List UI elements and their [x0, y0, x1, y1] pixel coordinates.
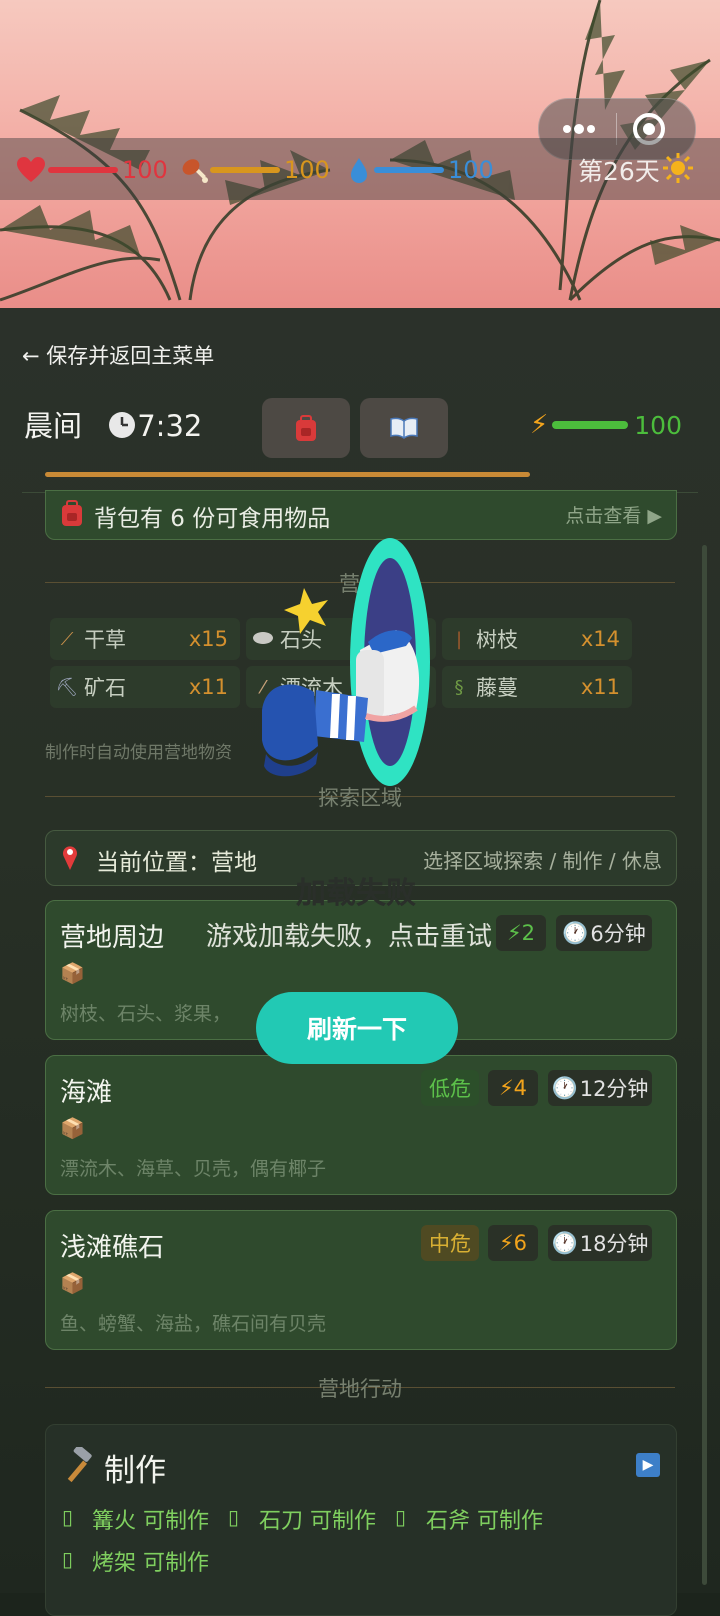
water-stat: 100: [348, 150, 494, 190]
resource-name: 干草: [84, 628, 126, 652]
area-description: 漂流木、海草、贝壳，偶有椰子: [60, 1158, 327, 1180]
play-icon[interactable]: ▶: [636, 1453, 660, 1477]
energy-bar: [552, 421, 629, 429]
energy-stat: ⚡ 100: [530, 410, 682, 440]
portal-mascot-illustration: [262, 538, 430, 786]
craft-title: 制作: [104, 1453, 166, 1489]
heart-icon: [17, 157, 45, 182]
load-error-message: 游戏加载失败，点击重试: [206, 922, 493, 952]
resource-name: 藤蔓: [476, 676, 518, 700]
resource-vine: § 藤蔓 x11: [442, 666, 632, 708]
food-stat: 100: [180, 150, 330, 190]
period-label: 晨间: [24, 409, 83, 443]
lightning-icon: ⚡: [530, 410, 549, 440]
craft-bullet: ▯: [62, 1505, 74, 1529]
reload-button[interactable]: 刷新一下: [256, 992, 458, 1064]
water-value: 100: [448, 156, 494, 184]
area-title: 浅滩礁石: [60, 1233, 165, 1263]
hammer-icon: [60, 1444, 96, 1487]
risk-tag: 低危: [421, 1070, 479, 1106]
energy-cost-tag: ⚡4: [488, 1070, 538, 1106]
ore-icon: ⛏: [55, 676, 79, 698]
duration-value: 12分钟: [579, 1077, 649, 1101]
area-title: 海滩: [60, 1078, 113, 1108]
clock-time: 7:32: [137, 409, 203, 443]
backpack-icon: [60, 499, 84, 531]
duration-tag: 🕐 12分钟: [548, 1070, 652, 1106]
load-error-title: 加载失败: [296, 876, 416, 911]
meat-icon: [182, 159, 208, 183]
energy-cost-tag: ⚡6: [488, 1225, 538, 1261]
duration-value: 18分钟: [579, 1232, 649, 1256]
hay-icon: ⟋: [60, 628, 74, 650]
craft-item-stone-axe[interactable]: 石斧 可制作: [426, 1503, 543, 1535]
time-of-day: 晨间 7:32: [24, 403, 202, 447]
energy-cost-tag: ⚡2: [496, 915, 546, 951]
risk-tag: 中危: [421, 1225, 479, 1261]
food-notice-text: 背包有 6 份可食用物品: [94, 506, 331, 532]
vine-icon: §: [454, 676, 464, 698]
crate-icon: 📦: [60, 961, 85, 985]
craft-item-grill[interactable]: 烤架 可制作: [92, 1545, 209, 1577]
health-value: 100: [122, 156, 168, 184]
clock-icon: 🕐: [551, 1230, 578, 1255]
clock-icon: 🕐: [562, 920, 589, 945]
craft-item-campfire[interactable]: 篝火 可制作: [92, 1503, 209, 1535]
resource-name: 矿石: [84, 676, 126, 700]
actions-section-title: 营地行动: [318, 1377, 402, 1401]
area-description: 树枝、石头、浆果，: [60, 1003, 232, 1025]
craft-bullet: ▯: [62, 1547, 74, 1571]
resource-ore: ⛏ 矿石 x11: [50, 666, 240, 708]
duration-tag: 🕐 18分钟: [548, 1225, 652, 1261]
food-bar: [210, 167, 280, 173]
area-title: 营地周边: [60, 923, 165, 953]
scrollbar[interactable]: [702, 545, 707, 1585]
clock-icon: [107, 410, 137, 447]
current-location-hint: 选择区域探索 / 制作 / 休息: [423, 849, 662, 873]
water-bar: [374, 167, 444, 173]
resource-branch: | 树枝 x14: [442, 618, 632, 660]
explore-area-card[interactable]: 海滩 低危 ⚡4 🕐 12分钟 📦 漂流木、海草、贝壳，偶有椰子: [45, 1055, 677, 1195]
crate-icon: 📦: [60, 1116, 85, 1140]
clock-icon: 🕐: [551, 1075, 578, 1100]
duration-value: 6分钟: [590, 922, 646, 946]
camp-hint: 制作时自动使用营地物资: [45, 743, 232, 763]
resource-count: x15: [188, 627, 228, 651]
resource-count: x14: [580, 627, 620, 651]
backpack-button[interactable]: [262, 398, 350, 458]
branch-icon: |: [455, 628, 463, 650]
duration-tag: 🕐 6分钟: [556, 915, 652, 951]
health-bar: [48, 167, 118, 173]
resource-count: x11: [188, 675, 228, 699]
location-pin-icon: [60, 843, 80, 875]
energy-value: 100: [634, 410, 682, 440]
craft-bullet: ▯: [228, 1505, 240, 1529]
craft-bullet: ▯: [395, 1505, 407, 1529]
water-drop-icon: [351, 158, 367, 183]
resource-count: x11: [580, 675, 620, 699]
back-to-menu-link[interactable]: ← 保存并返回主菜单: [22, 340, 214, 370]
craft-card[interactable]: 制作 ▶ 篝火 可制作 石刀 可制作 石斧 可制作 烤架 可制作 ▯ ▯ ▯ ▯: [45, 1424, 677, 1616]
food-notice-action[interactable]: 点击查看 ▶: [565, 501, 662, 528]
crate-icon: 📦: [60, 1271, 85, 1295]
food-value: 100: [284, 156, 330, 184]
resource-name: 树枝: [476, 628, 518, 652]
area-description: 鱼、螃蟹、海盐，礁石间有贝壳: [60, 1313, 327, 1335]
book-icon: [390, 417, 418, 439]
craft-item-stone-knife[interactable]: 石刀 可制作: [259, 1503, 376, 1535]
explore-area-card[interactable]: 浅滩礁石 中危 ⚡6 🕐 18分钟 📦 鱼、螃蟹、海盐，礁石间有贝壳: [45, 1210, 677, 1350]
sun-icon: [662, 152, 694, 188]
day-progress-bar: [45, 472, 530, 477]
day-counter: 第26天: [578, 157, 660, 186]
backpack-icon: [296, 415, 316, 441]
resource-hay: ⟋ 干草 x15: [50, 618, 240, 660]
guide-book-button[interactable]: [360, 398, 448, 458]
health-stat: 100: [16, 150, 168, 190]
current-location-label: 当前位置：营地: [96, 850, 257, 876]
